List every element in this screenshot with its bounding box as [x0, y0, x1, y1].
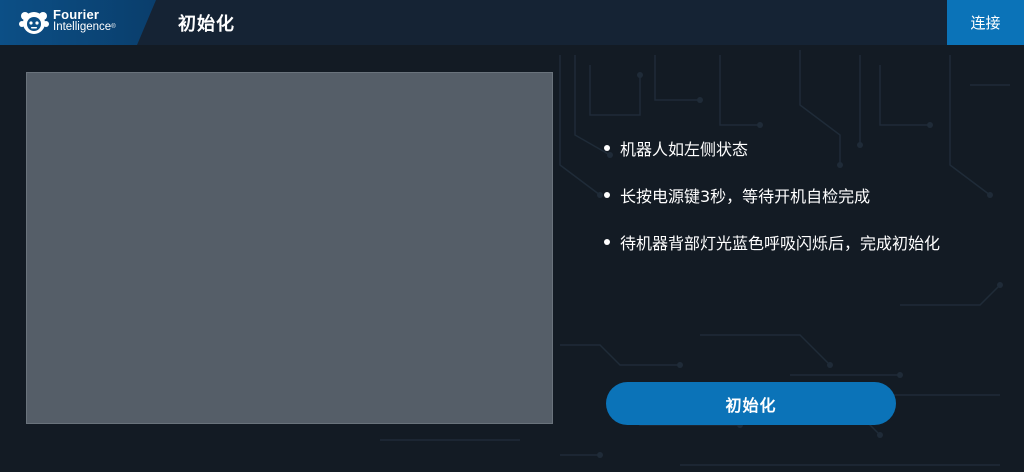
connect-button[interactable]: 连接	[947, 0, 1024, 45]
initialize-button[interactable]: 初始化	[606, 382, 896, 425]
logo-wordmark: Fourier Intelligence®	[53, 8, 116, 34]
bullet-dot-icon	[604, 145, 610, 151]
bullet-dot-icon	[604, 192, 610, 198]
brand-logo: Fourier Intelligence®	[0, 0, 160, 45]
instruction-text: 待机器背部灯光蓝色呼吸闪烁后，完成初始化	[620, 234, 941, 253]
instruction-item: 待机器背部灯光蓝色呼吸闪烁后，完成初始化	[604, 230, 940, 254]
fourier-mascot-icon	[19, 12, 49, 34]
logo-line-2: Intelligence®	[53, 21, 116, 34]
logo-line-1: Fourier	[53, 7, 100, 22]
robot-preview-panel	[26, 72, 553, 424]
bullet-dot-icon	[604, 239, 610, 245]
app-window: Fourier Intelligence® 初始化 连接 机器人如左侧状态 长按…	[0, 0, 1024, 472]
page-title: 初始化	[178, 14, 235, 35]
trademark-symbol: ®	[111, 24, 116, 30]
logo-line-2-text: Intelligence	[53, 21, 112, 33]
instruction-item: 机器人如左侧状态	[604, 136, 940, 160]
instruction-text: 机器人如左侧状态	[620, 140, 749, 159]
instruction-item: 长按电源键3秒，等待开机自检完成	[604, 183, 940, 207]
top-bar: Fourier Intelligence® 初始化 连接	[0, 0, 1024, 45]
instruction-list: 机器人如左侧状态 长按电源键3秒，等待开机自检完成 待机器背部灯光蓝色呼吸闪烁后…	[604, 136, 940, 277]
instruction-text: 长按电源键3秒，等待开机自检完成	[620, 187, 871, 206]
